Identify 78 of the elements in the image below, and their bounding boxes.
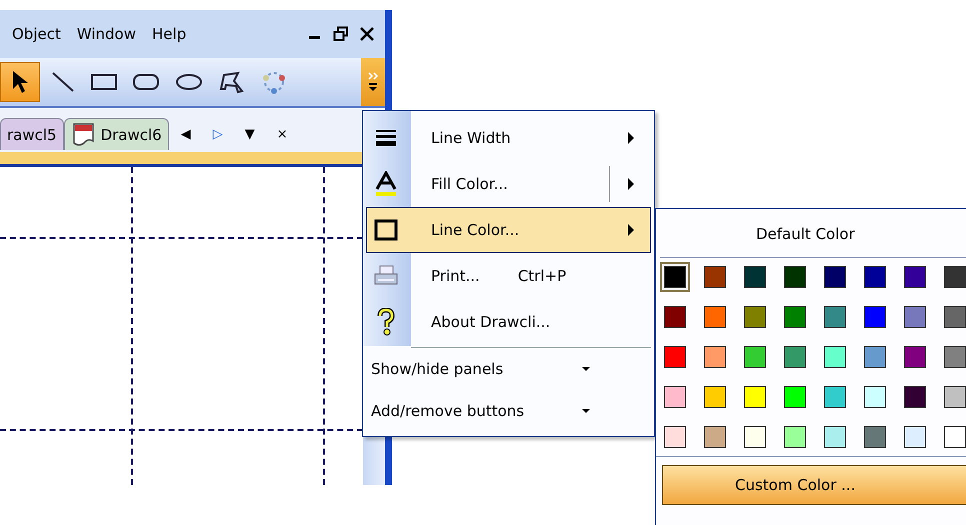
color-swatch[interactable] xyxy=(904,346,926,368)
menu-item[interactable]: Window xyxy=(76,25,136,43)
menu-item[interactable]: Help xyxy=(152,25,186,43)
toolbar-options-button[interactable] xyxy=(361,58,385,106)
color-swatch[interactable] xyxy=(704,266,726,288)
fill-color-icon xyxy=(375,171,397,197)
color-swatch[interactable] xyxy=(944,426,966,448)
color-swatch[interactable] xyxy=(864,346,886,368)
color-swatch[interactable] xyxy=(824,266,846,288)
submenu-arrow-icon xyxy=(626,223,636,237)
color-swatch[interactable] xyxy=(904,266,926,288)
color-swatch[interactable] xyxy=(944,346,966,368)
menu-item[interactable]: Show/hide panels xyxy=(363,348,654,390)
caret-icon xyxy=(581,366,591,372)
color-swatch[interactable] xyxy=(744,346,766,368)
color-swatch[interactable] xyxy=(664,346,686,368)
color-swatch[interactable] xyxy=(824,306,846,328)
color-swatch[interactable] xyxy=(904,386,926,408)
tab-nav-button[interactable]: ▷ xyxy=(212,126,223,142)
polygon-icon xyxy=(218,69,246,95)
ellipse-icon xyxy=(174,71,204,93)
color-swatch[interactable] xyxy=(944,266,966,288)
line-width-icon xyxy=(375,129,397,147)
color-swatch[interactable] xyxy=(824,426,846,448)
color-swatch[interactable] xyxy=(664,306,686,328)
chevron-icon xyxy=(367,70,379,94)
rectangle-icon xyxy=(90,71,118,93)
menu-item[interactable]: Print... Ctrl+P xyxy=(366,253,651,299)
tab-nav-button[interactable]: × xyxy=(276,126,288,142)
restore-icon[interactable] xyxy=(333,26,349,42)
color-swatch[interactable] xyxy=(864,306,886,328)
color-swatch[interactable] xyxy=(784,386,806,408)
color-swatch[interactable] xyxy=(824,386,846,408)
menu-item[interactable]: Line Width xyxy=(366,115,651,161)
submenu-arrow-icon xyxy=(626,177,636,191)
square-icon xyxy=(374,219,398,241)
color-swatch[interactable] xyxy=(704,386,726,408)
submenu-arrow-icon xyxy=(626,131,636,145)
default-color-option[interactable]: Default Color xyxy=(660,209,966,258)
document-icon xyxy=(70,122,97,148)
close-icon[interactable] xyxy=(359,26,375,42)
color-swatch[interactable] xyxy=(864,386,886,408)
color-swatch[interactable] xyxy=(944,386,966,408)
color-swatch[interactable] xyxy=(704,346,726,368)
color-swatch[interactable] xyxy=(744,306,766,328)
arrow-cursor-icon xyxy=(10,69,30,95)
pointer-tool-button[interactable] xyxy=(0,62,40,102)
color-swatch[interactable] xyxy=(784,426,806,448)
color-swatch[interactable] xyxy=(664,386,686,408)
color-swatch[interactable] xyxy=(784,346,806,368)
help-icon xyxy=(376,308,396,336)
document-tab[interactable]: Drawcl6 xyxy=(64,118,169,150)
tab-nav-button[interactable]: ◀ xyxy=(180,126,191,142)
color-swatch[interactable] xyxy=(864,266,886,288)
tab-nav-button[interactable]: ▼ xyxy=(244,126,255,142)
color-swatch[interactable] xyxy=(704,306,726,328)
menu-item[interactable]: Object xyxy=(12,25,61,43)
rounded-rectangle-icon xyxy=(132,71,160,93)
color-swatch[interactable] xyxy=(664,426,686,448)
color-swatch[interactable] xyxy=(944,306,966,328)
document-tab[interactable]: rawcl5 xyxy=(0,118,64,150)
menu-item[interactable]: About Drawcli... xyxy=(366,299,651,345)
color-swatch[interactable] xyxy=(744,426,766,448)
menu-item[interactable]: Fill Color... xyxy=(366,161,651,207)
color-swatch[interactable] xyxy=(704,426,726,448)
menu-item[interactable]: Line Color... xyxy=(366,207,651,253)
menu-item[interactable]: Add/remove buttons xyxy=(363,390,654,432)
color-swatch[interactable] xyxy=(864,426,886,448)
color-swatch[interactable] xyxy=(904,426,926,448)
color-swatch[interactable] xyxy=(744,266,766,288)
color-swatch[interactable] xyxy=(744,386,766,408)
color-swatch[interactable] xyxy=(784,266,806,288)
color-swatch[interactable] xyxy=(904,306,926,328)
custom-color-button[interactable]: Custom Color ... xyxy=(662,465,966,505)
color-swatch[interactable] xyxy=(784,306,806,328)
caret-icon xyxy=(581,408,591,414)
color-swatch[interactable] xyxy=(824,346,846,368)
color-swatch[interactable] xyxy=(664,266,686,288)
